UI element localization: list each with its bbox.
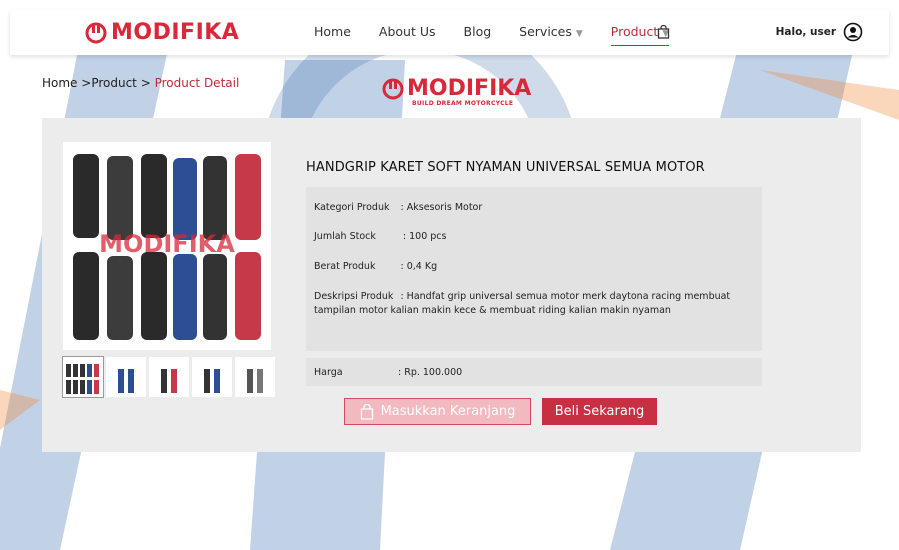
add-to-cart-label: Masukkan Keranjang (380, 404, 516, 419)
category-value: : Aksesoris Motor (400, 202, 483, 213)
center-brand-logo: MODIFIKA BUILD DREAM MOTORCYCLE (382, 78, 531, 107)
category-label: Kategori Produk (314, 202, 390, 213)
top-navbar: MODIFIKA Home About Us Blog Services ▼ Pr… (10, 10, 889, 55)
shopping-bag-icon (360, 403, 373, 420)
thumbnail-image (161, 369, 177, 393)
thumbnail-image (247, 369, 263, 393)
shopping-bag-icon[interactable] (657, 25, 670, 39)
thumbnail-3[interactable] (149, 357, 189, 397)
product-title: HANDGRIP KARET SOFT NYAMAN UNIVERSAL SEM… (306, 160, 705, 175)
main-nav: Home About Us Blog Services ▼ Product ▼ (314, 24, 697, 46)
product-info-box: Kategori Produk : Aksesoris Motor Jumlah… (306, 187, 762, 351)
chevron-down-icon: ▼ (575, 29, 583, 39)
breadcrumb: Home >Product > Product Detail (42, 76, 239, 90)
thumbnail-image (204, 369, 220, 393)
product-thumbnails (62, 356, 275, 398)
user-menu[interactable]: Halo, user (776, 22, 863, 42)
nav-blog[interactable]: Blog (464, 24, 492, 46)
thumbnail-image (66, 364, 99, 394)
breadcrumb-separator: > (77, 76, 92, 90)
description-label: Deskripsi Produk (314, 291, 394, 302)
product-main-image[interactable]: MODIFIKA (63, 142, 271, 350)
user-avatar-icon (843, 22, 863, 42)
brand-tagline: BUILD DREAM MOTORCYCLE (412, 100, 514, 107)
nav-home[interactable]: Home (314, 24, 351, 46)
nav-services-label: Services (519, 24, 572, 39)
buy-now-button[interactable]: Beli Sekarang (542, 398, 657, 425)
price-box: Harga : Rp. 100.000 (306, 358, 762, 386)
brand-name: MODIFIKA (111, 20, 240, 45)
add-to-cart-button[interactable]: Masukkan Keranjang (344, 398, 531, 425)
nav-services[interactable]: Services ▼ (519, 24, 583, 46)
nav-about-us[interactable]: About Us (379, 24, 436, 46)
nav-product-label: Product (610, 24, 659, 39)
info-row-weight: Berat Produk : 0,4 Kg (314, 261, 437, 272)
image-watermark: MODIFIKA (99, 230, 235, 258)
center-brand-name: MODIFIKA (407, 76, 532, 101)
thumbnail-1[interactable] (62, 356, 104, 398)
info-row-description: Deskripsi Produk : Handfat grip universa… (314, 290, 734, 318)
thumbnail-image (118, 369, 134, 393)
stock-label: Jumlah Stock (314, 231, 376, 242)
thumbnail-5[interactable] (235, 357, 275, 397)
modifika-logo-icon (382, 78, 404, 100)
handgrip-photo: MODIFIKA (73, 154, 261, 340)
brand-logo[interactable]: MODIFIKA (85, 20, 239, 45)
info-row-stock: Jumlah Stock : 100 pcs (314, 231, 446, 242)
price-label: Harga (314, 367, 343, 378)
breadcrumb-current: Product Detail (154, 76, 240, 90)
user-greeting: Halo, user (775, 26, 836, 38)
buy-now-label: Beli Sekarang (554, 404, 645, 419)
weight-value: : 0,4 Kg (400, 261, 438, 272)
stock-value: : 100 pcs (402, 231, 447, 242)
breadcrumb-home[interactable]: Home (42, 76, 77, 90)
modifika-logo-icon (85, 22, 107, 43)
thumbnail-4[interactable] (192, 357, 232, 397)
thumbnail-2[interactable] (106, 357, 146, 397)
info-row-category: Kategori Produk : Aksesoris Motor (314, 202, 482, 213)
weight-label: Berat Produk (314, 261, 376, 272)
price-value: : Rp. 100.000 (398, 367, 463, 378)
breadcrumb-product[interactable]: Product (91, 76, 137, 90)
breadcrumb-separator: > (136, 76, 155, 90)
